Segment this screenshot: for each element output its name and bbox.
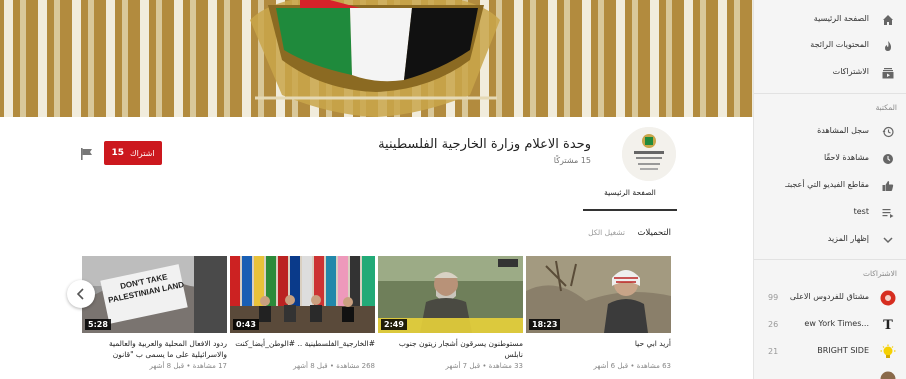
new-video-count: 99: [768, 293, 779, 302]
new-video-count: 21: [768, 347, 779, 356]
sidebar-item-label: المحتويات الرائجة: [810, 40, 869, 49]
channel-avatar-icon: [879, 370, 897, 379]
channel-title: وحدة الاعلام وزارة الخارجية الفلسطينية: [378, 137, 591, 152]
video-meta: 33 مشاهدة • قبل 7 أشهر: [445, 362, 523, 370]
thumbs-up-icon: [879, 177, 897, 195]
video-card[interactable]: DON'T TAKE PALESTINIAN LAND 5:28 ردود ال…: [82, 256, 227, 370]
video-card[interactable]: 18:23 أريد ابي حيا 63 مشاهدة • قبل 6 أشه…: [526, 256, 671, 370]
nyt-logo-icon: T: [883, 317, 893, 333]
flame-icon: [879, 37, 897, 55]
sidebar-item-subscriptions[interactable]: الاشتراكات: [754, 59, 906, 87]
sidebar-item-label: الاشتراكات: [832, 67, 869, 76]
sidebar-item-label: الصفحة الرئيسية: [813, 14, 869, 23]
new-video-count: 26: [768, 320, 779, 329]
lightbulb-icon: [879, 343, 897, 361]
sidebar-item-label: إظهار المزيد: [827, 234, 869, 243]
video-title[interactable]: مستوطنون يسرقون أشجار زيتون جنوب نابلس: [378, 338, 523, 360]
subscribe-label: اشتراك: [129, 148, 155, 158]
sidebar-item-history[interactable]: سجل المشاهدة: [754, 118, 906, 146]
sidebar-item-show-more[interactable]: إظهار المزيد: [754, 226, 906, 254]
sidebar-item-home[interactable]: الصفحة الرئيسية: [754, 6, 906, 34]
video-title[interactable]: #الخارجية_الفلسطينية .. #الوطن_أيضا_كنت: [230, 338, 375, 360]
video-meta: 268 مشاهدة • قبل 8 أشهر: [293, 362, 375, 370]
sidebar-item-label: test: [853, 207, 869, 216]
video-meta: 63 مشاهدة • قبل 6 أشهر: [593, 362, 671, 370]
sidebar-item-playlist-test[interactable]: test: [754, 199, 906, 227]
subscriptions-heading: الاشتراكات: [862, 269, 897, 278]
tab-home[interactable]: الصفحة الرئيسية: [583, 188, 677, 197]
carousel-previous-button[interactable]: [67, 280, 95, 308]
video-duration: 5:28: [85, 319, 111, 330]
flag-icon[interactable]: [80, 148, 94, 160]
subscribe-count: 15: [111, 148, 124, 158]
sidebar-subscription-item[interactable]: مشتاق للفردوس الاعلى 99: [754, 284, 906, 312]
library-heading: المكتبة: [875, 103, 897, 112]
sidebar: الصفحة الرئيسية المحتويات الرائجة الاشتر…: [753, 0, 906, 379]
video-title[interactable]: ردود الافعال المحلية والعربية والعالمية …: [82, 338, 227, 360]
divider: [754, 259, 906, 260]
history-icon: [879, 123, 897, 141]
video-card[interactable]: 2:49 مستوطنون يسرقون أشجار زيتون جنوب نا…: [378, 256, 523, 370]
clock-icon: [879, 150, 897, 168]
main-content: وحدة الاعلام وزارة الخارجية الفلسطينية 1…: [0, 0, 753, 379]
playlist-icon: [879, 204, 897, 222]
video-thumbnail[interactable]: 2:49: [378, 256, 523, 333]
subscription-name: مشتاق للفردوس الاعلى: [789, 292, 869, 301]
video-card[interactable]: 0:43 #الخارجية_الفلسطينية .. #الوطن_أيضا…: [230, 256, 375, 370]
subscriber-count: 15 مشتركًا: [553, 156, 591, 165]
subscription-name: ew York Times...: [804, 319, 869, 328]
subscription-name: BRIGHT SIDE: [817, 346, 869, 355]
sidebar-item-label: مشاهدة لاحقًا: [823, 153, 869, 162]
sidebar-item-label: مقاطع الفيديو التي أعجبتـ: [785, 180, 869, 189]
channel-avatar[interactable]: [622, 127, 676, 181]
home-icon: [879, 11, 897, 29]
video-meta: 17 مشاهدة • قبل 8 أشهر: [149, 362, 227, 370]
video-thumbnail[interactable]: DON'T TAKE PALESTINIAN LAND 5:28: [82, 256, 227, 333]
sidebar-subscription-item[interactable]: [754, 365, 906, 379]
video-duration: 18:23: [529, 319, 561, 330]
channel-avatar-icon: [879, 289, 897, 307]
sidebar-item-label: سجل المشاهدة: [817, 126, 869, 135]
uploads-heading[interactable]: التحميلات: [637, 228, 671, 238]
subscriptions-icon: [879, 64, 897, 82]
chevron-left-icon: [76, 288, 84, 300]
sidebar-item-watch-later[interactable]: مشاهدة لاحقًا: [754, 145, 906, 173]
sidebar-item-liked-videos[interactable]: مقاطع الفيديو التي أعجبتـ: [754, 172, 906, 200]
video-thumbnail[interactable]: 18:23: [526, 256, 671, 333]
channel-banner: [0, 0, 753, 117]
video-thumbnail[interactable]: 0:43: [230, 256, 375, 333]
sidebar-subscription-item[interactable]: BRIGHT SIDE 21: [754, 338, 906, 366]
video-duration: 2:49: [381, 319, 407, 330]
chevron-down-icon: [879, 231, 897, 249]
ministry-logo-icon: [622, 127, 676, 181]
play-all-link[interactable]: تشغيل الكل: [588, 228, 625, 237]
video-title[interactable]: أريد ابي حيا: [526, 338, 671, 360]
divider: [754, 93, 906, 94]
video-duration: 0:43: [233, 319, 259, 330]
sidebar-subscription-item[interactable]: T ew York Times... 26: [754, 311, 906, 339]
banner-emblem-image: [0, 0, 753, 117]
sidebar-item-trending[interactable]: المحتويات الرائجة: [754, 32, 906, 60]
tab-active-indicator: [583, 209, 677, 211]
subscribe-button[interactable]: 15 اشتراك: [104, 141, 162, 165]
